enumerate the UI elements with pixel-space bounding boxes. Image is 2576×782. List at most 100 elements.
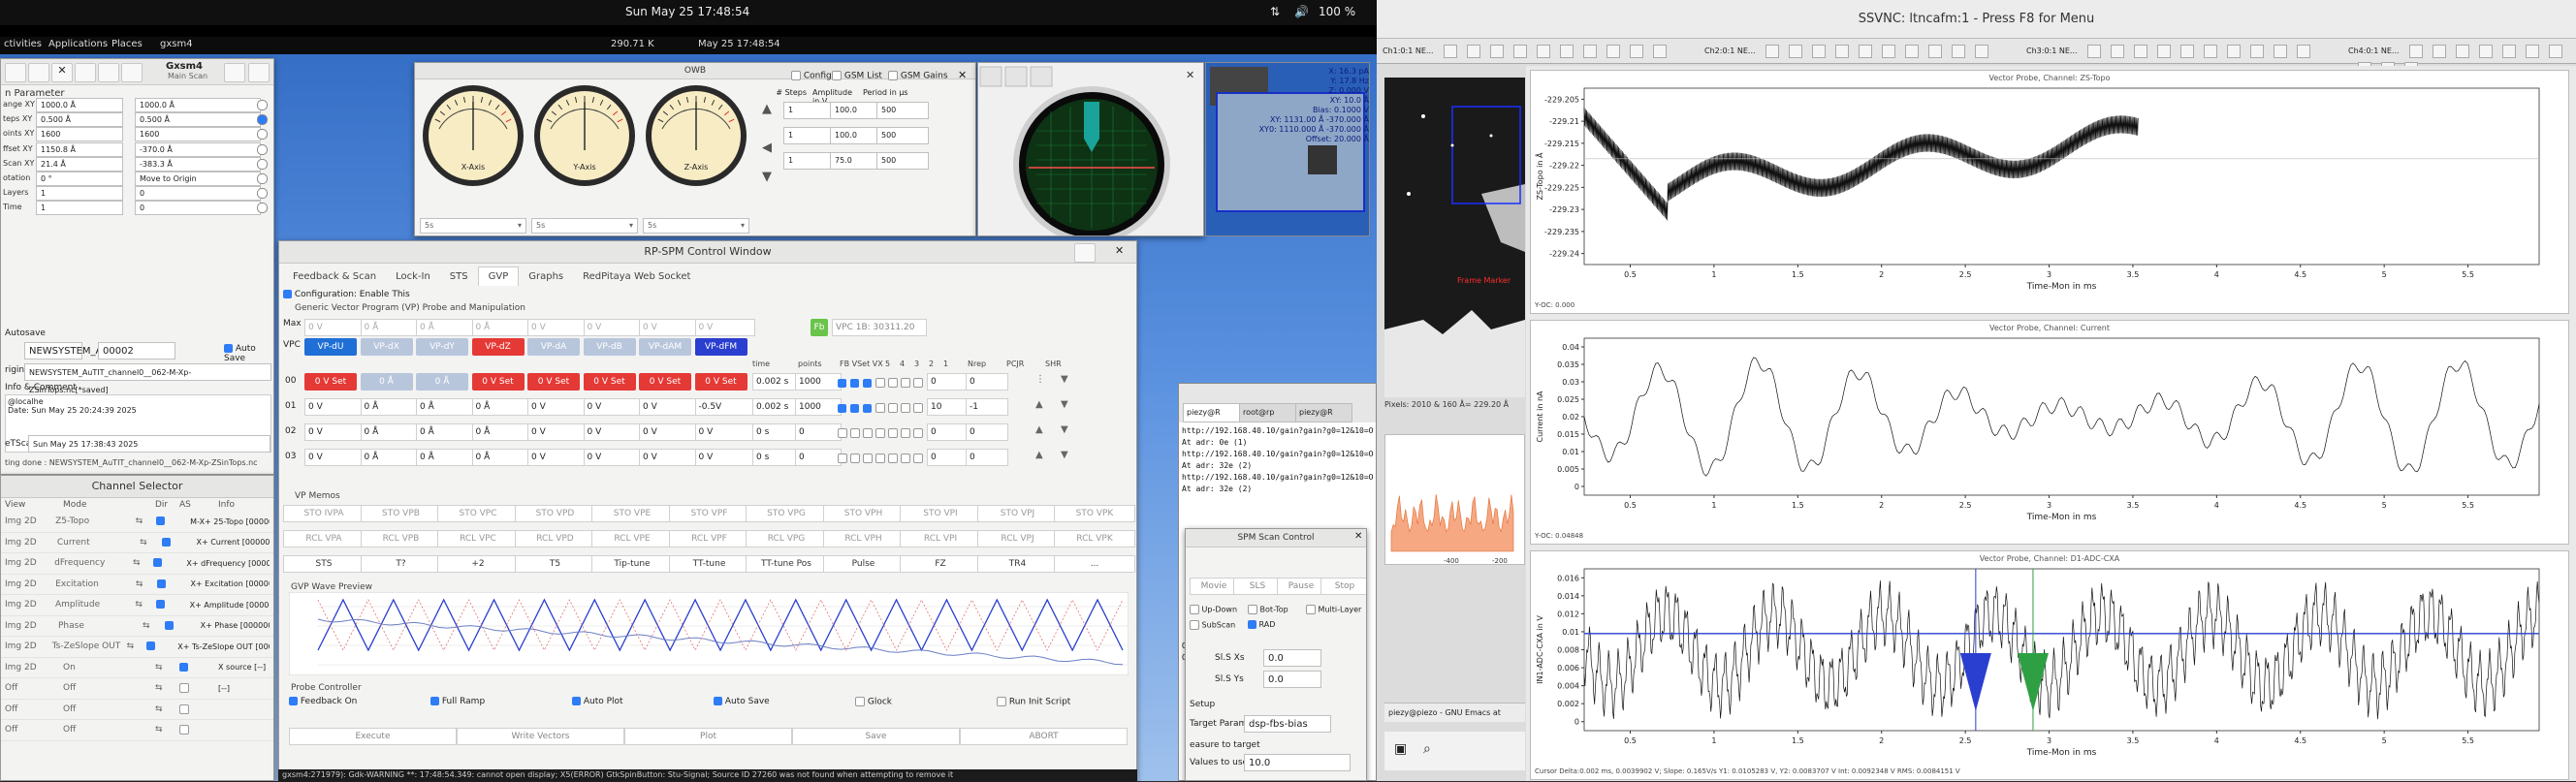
vp-cell-field[interactable]: 0 V	[583, 423, 644, 441]
enable-config-check[interactable]: Configuration: Enable This	[283, 290, 410, 299]
vp-cell-field[interactable]: 0 V	[304, 398, 365, 416]
vp-memo-button[interactable]: T?	[360, 555, 442, 573]
fb-badge[interactable]: Fb	[811, 319, 828, 336]
vnc-tool-icon[interactable]	[2226, 44, 2241, 58]
vp-pcjr-field[interactable]: 0	[966, 423, 1008, 441]
vp-set-button[interactable]: 0 V Set	[694, 373, 747, 391]
channel-as-check[interactable]	[153, 558, 186, 568]
vnc-tool-icon[interactable]	[1881, 44, 1895, 58]
max-value-field[interactable]: 0 V	[583, 319, 644, 336]
vnc-tool-icon[interactable]	[2408, 44, 2423, 58]
toolbar-open-icon[interactable]	[28, 63, 49, 82]
vpc-button-6[interactable]: VP-dAM	[639, 338, 691, 356]
channel-mode[interactable]: Amplitude	[55, 600, 135, 610]
scan-control-option[interactable]: RAD	[1248, 620, 1275, 629]
channel-view[interactable]: Img 2D	[5, 579, 55, 589]
steps-period[interactable]: 500	[876, 152, 929, 170]
vp-memo-button[interactable]: Tip-tune	[591, 555, 673, 573]
vp-cell-field[interactable]: 0 V	[639, 423, 699, 441]
vnc-tool-icon[interactable]	[1974, 44, 1988, 58]
vp-set-button[interactable]: 0 V Set	[583, 373, 636, 391]
app-menu[interactable]: gxsm4	[160, 39, 193, 49]
vp-nrep-field[interactable]: 0	[927, 373, 970, 391]
vp-cell-field[interactable]: 0 Å	[416, 449, 476, 466]
vnc-tool-icon[interactable]	[1652, 44, 1667, 58]
vnc-tool-icon[interactable]	[2478, 44, 2493, 58]
max-value-field[interactable]: 0 V	[694, 319, 755, 336]
tab-lock-in[interactable]: Lock-In	[386, 267, 440, 286]
param-value-2[interactable]: -383.3 Å	[135, 156, 261, 172]
vnc-tool-icon[interactable]	[2273, 44, 2287, 58]
toolbar-stop-icon[interactable]	[98, 63, 119, 82]
vp-set-button[interactable]: 0 V Set	[527, 373, 580, 391]
arrow-down-icon[interactable]: ▼	[762, 170, 772, 184]
vp-memo-button[interactable]: STO VPF	[668, 505, 750, 522]
vnc-tool-icon[interactable]	[1858, 44, 1872, 58]
vp-memo-button[interactable]: TR4	[976, 555, 1059, 573]
vp-option-check[interactable]	[838, 452, 847, 464]
channel-row[interactable]: Img 2DCurrent⇆ X+ Current [000000]	[1, 533, 273, 553]
vp-points-field[interactable]: 1000	[795, 398, 842, 416]
channel-dir-icon[interactable]: ⇆	[155, 683, 179, 693]
toolbar-new-icon[interactable]	[5, 63, 26, 82]
vp-memo-button[interactable]: STS	[283, 555, 365, 573]
vp-memo-button[interactable]: STO VPH	[822, 505, 905, 522]
vnc-tool-icon[interactable]	[2179, 44, 2194, 58]
vp-option-check[interactable]	[850, 426, 860, 439]
vnc-channel-tab[interactable]: Ch3:0:1 NE...	[2026, 43, 2310, 60]
probe-option-check[interactable]: Full Ramp	[430, 697, 485, 706]
vp-cell-field[interactable]: 0 Å	[360, 449, 421, 466]
vp-memo-button[interactable]: RCL VPF	[668, 530, 750, 547]
param-value-1[interactable]: 1000.0 Å	[36, 98, 123, 112]
vp-memo-button[interactable]: STO VPD	[514, 505, 596, 522]
vp-row-up-icon[interactable]: ⋮	[1035, 374, 1045, 385]
probe-option-check[interactable]: Auto Save	[714, 697, 770, 706]
param-value-2[interactable]: 1600	[135, 127, 261, 142]
vp-pcjr-field[interactable]: 0	[966, 373, 1008, 391]
max-value-field[interactable]: 0 V	[304, 319, 365, 336]
param-value-1[interactable]: 0.500 Å	[36, 112, 123, 128]
vp-option-check[interactable]	[913, 452, 923, 464]
channel-dir-icon[interactable]: ⇆	[155, 725, 179, 735]
vp-option-check[interactable]	[913, 376, 923, 389]
steps-count[interactable]: 1	[783, 127, 836, 144]
channel-as-check[interactable]	[161, 537, 197, 547]
vp-memo-button[interactable]: STO VPG	[746, 505, 827, 522]
vp-option-check[interactable]	[901, 426, 910, 439]
config-check[interactable]: Config	[791, 71, 832, 81]
vp-option-check[interactable]	[875, 376, 885, 389]
channel-view[interactable]: Img 2D	[5, 600, 55, 610]
steps-period[interactable]: 500	[876, 127, 929, 144]
vp-memo-button[interactable]: RCL VPD	[514, 530, 596, 547]
vp-cell-field[interactable]: 0 Å	[471, 423, 532, 441]
scan-control-tab[interactable]: Stop	[1320, 578, 1366, 595]
channel-row[interactable]: Off Off ⇆	[1, 700, 273, 720]
param-value-2[interactable]: Move to Origin	[135, 172, 261, 186]
tab-gvp[interactable]: GVP	[477, 266, 520, 286]
channel-mode[interactable]: Off	[63, 725, 155, 735]
vp-option-check[interactable]	[863, 426, 873, 439]
vp-set-button[interactable]: 0 V Set	[304, 373, 357, 391]
steps-count[interactable]: 1	[783, 102, 836, 119]
vp-option-check[interactable]	[913, 401, 923, 414]
vp-cell-field[interactable]: 0 V	[583, 449, 644, 466]
vnc-tool-icon[interactable]	[1443, 44, 1457, 58]
vnc-tool-icon[interactable]	[1951, 44, 1965, 58]
owb-close-icon[interactable]: ✕	[958, 69, 967, 81]
scan-control-option[interactable]: Up-Down	[1190, 605, 1237, 614]
vp-memo-button[interactable]: STO VPI	[900, 505, 981, 522]
steps-amplitude[interactable]: 100.0	[830, 102, 882, 119]
vp-nrep-field[interactable]: 0	[927, 449, 970, 466]
vpc-button-4[interactable]: VP-dA	[527, 338, 580, 356]
vnc-tool-icon[interactable]	[2249, 44, 2264, 58]
param-radio[interactable]	[257, 173, 268, 184]
toolbar-settings-icon[interactable]	[224, 63, 245, 82]
channel-dir-icon[interactable]: ⇆	[155, 704, 179, 714]
param-radio[interactable]	[257, 203, 268, 214]
vnc-tool-icon[interactable]	[1512, 44, 1527, 58]
vnc-tool-icon[interactable]	[1904, 44, 1919, 58]
vnc-tool-icon[interactable]	[1536, 44, 1550, 58]
vp-cell-field[interactable]: 0 V	[583, 398, 644, 416]
terminal-tab[interactable]: root@rp	[1239, 403, 1296, 422]
meter-range-dropdown[interactable]: 5s ▾	[531, 218, 638, 234]
